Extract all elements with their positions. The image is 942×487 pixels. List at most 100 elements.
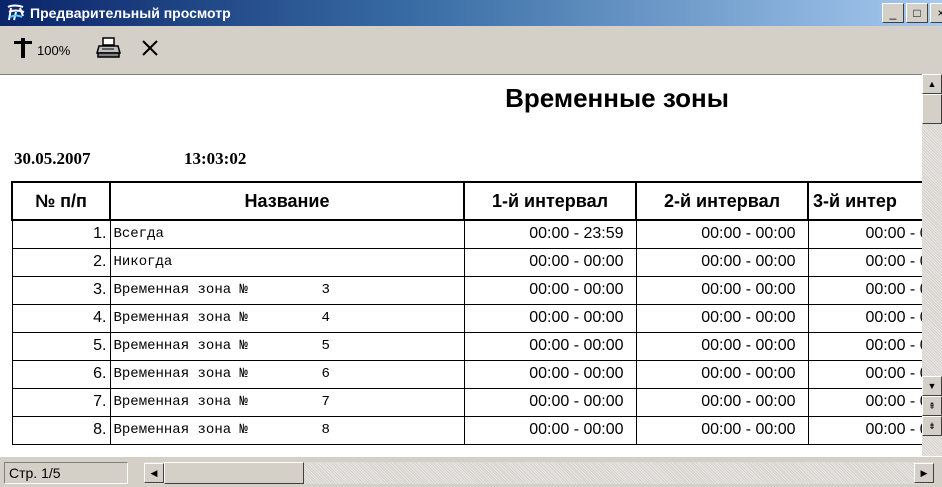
interval-2: 00:00 - 00:00 xyxy=(635,331,809,361)
column-header: 3-й интер xyxy=(807,181,939,221)
interval-1: 00:00 - 00:00 xyxy=(463,247,637,277)
zone-number: 6 xyxy=(321,366,330,382)
page-up-button[interactable]: ⇞ xyxy=(922,396,942,416)
interval-1: 00:00 - 00:00 xyxy=(463,275,637,305)
interval-3: 00:00 - 00 xyxy=(807,359,939,389)
scroll-left-button[interactable]: ◀ xyxy=(144,463,164,483)
table-row: 4. Временная зона № 4 00:00 - 00:00 00:00… xyxy=(11,303,939,333)
minimize-button[interactable]: _ xyxy=(882,3,904,23)
zone-name: Временная зона № 4 xyxy=(109,303,465,333)
zone-name-text: Временная зона № xyxy=(113,338,248,354)
zoom-button[interactable]: 100% xyxy=(6,34,76,66)
page-down-button[interactable]: ⇟ xyxy=(922,416,942,436)
app-icon xyxy=(6,3,26,23)
interval-3: 00:00 - 00 xyxy=(807,331,939,361)
print-button[interactable] xyxy=(90,34,128,66)
printer-icon xyxy=(96,36,122,64)
interval-1: 00:00 - 23:59 xyxy=(463,219,637,249)
row-number: 4. xyxy=(11,303,111,333)
close-window-button[interactable]: × xyxy=(930,3,942,23)
zone-name-text: Временная зона № xyxy=(113,394,248,410)
vertical-scroll-thumb[interactable] xyxy=(922,94,942,124)
zone-name-text: Никогда xyxy=(113,254,173,270)
scroll-right-button[interactable]: ▶ xyxy=(914,463,934,483)
row-number: 8. xyxy=(11,415,111,445)
interval-2: 00:00 - 00:00 xyxy=(635,387,809,417)
table-row: 5. Временная зона № 5 00:00 - 00:00 00:00… xyxy=(11,331,939,361)
page-indicator: Стр. 1/5 xyxy=(4,462,128,484)
interval-2: 00:00 - 00:00 xyxy=(635,303,809,333)
column-header: Название xyxy=(109,181,465,221)
table-header-row: № п/п Название 1-й интервал 2-й интервал… xyxy=(11,181,939,221)
report-date: 30.05.2007 xyxy=(14,149,91,168)
zoom-level: 100% xyxy=(37,42,71,58)
row-number: 6. xyxy=(11,359,111,389)
zone-name: Временная зона № 6 xyxy=(109,359,465,389)
vertical-scrollbar[interactable]: ▲ ▼ ⇞ ⇟ xyxy=(922,74,942,456)
zone-name: Всегда xyxy=(109,219,465,249)
zone-number: 3 xyxy=(321,282,330,298)
zone-name-text: Временная зона № xyxy=(113,366,248,382)
interval-2: 00:00 - 00:00 xyxy=(635,359,809,389)
table-row: 1. Всегда 00:00 - 23:59 00:00 - 00:00 00… xyxy=(11,219,939,249)
window-controls: _ □ × xyxy=(882,3,942,23)
time-zones-table: № п/п Название 1-й интервал 2-й интервал… xyxy=(11,181,939,445)
zone-name-text: Временная зона № xyxy=(113,422,248,438)
zone-name-text: Временная зона № xyxy=(113,282,248,298)
horizontal-scrollbar[interactable]: ◀ ▶ xyxy=(144,462,934,484)
interval-2: 00:00 - 00:00 xyxy=(635,247,809,277)
report-time: 13:03:02 xyxy=(184,149,247,168)
interval-2: 00:00 - 00:00 xyxy=(635,275,809,305)
zone-name: Временная зона № 3 xyxy=(109,275,465,305)
interval-2: 00:00 - 00:00 xyxy=(635,219,809,249)
interval-3: 00:00 - 00 xyxy=(807,247,939,277)
report-preview[interactable]: Временные зоны 30.05.2007 13:03:02 № п/п… xyxy=(0,74,942,456)
scroll-up-button[interactable]: ▲ xyxy=(922,74,942,94)
column-header: 1-й интервал xyxy=(463,181,637,221)
interval-3: 00:00 - 00 xyxy=(807,387,939,417)
zone-name-text: Временная зона № xyxy=(113,310,248,326)
zone-number: 4 xyxy=(321,310,330,326)
interval-1: 00:00 - 00:00 xyxy=(463,415,637,445)
interval-1: 00:00 - 00:00 xyxy=(463,387,637,417)
row-number: 1. xyxy=(11,219,111,249)
zone-number: 5 xyxy=(321,338,330,354)
zone-number: 8 xyxy=(321,422,330,438)
zone-number: 7 xyxy=(321,394,330,410)
table-row: 7. Временная зона № 7 00:00 - 00:00 00:00… xyxy=(11,387,939,417)
zone-name: Временная зона № 5 xyxy=(109,331,465,361)
interval-3: 00:00 - 00 xyxy=(807,303,939,333)
column-header: 2-й интервал xyxy=(635,181,809,221)
status-bar: Стр. 1/5 ◀ ▶ xyxy=(0,456,942,487)
zone-name: Временная зона № 7 xyxy=(109,387,465,417)
arrow-right-icon: ▶ xyxy=(920,467,928,478)
interval-1: 00:00 - 00:00 xyxy=(463,303,637,333)
horizontal-scroll-thumb[interactable] xyxy=(164,462,304,484)
table-row: 8. Временная зона № 8 00:00 - 00:00 00:00… xyxy=(11,415,939,445)
table-row: 3. Временная зона № 3 00:00 - 00:00 00:00… xyxy=(11,275,939,305)
title-bar[interactable]: Предварительный просмотр _ □ × xyxy=(0,0,942,26)
arrow-left-icon: ◀ xyxy=(150,467,158,478)
zoom-icon xyxy=(12,37,34,64)
row-number: 2. xyxy=(11,247,111,277)
row-number: 7. xyxy=(11,387,111,417)
row-number: 3. xyxy=(11,275,111,305)
column-header: № п/п xyxy=(11,181,111,221)
maximize-button[interactable]: □ xyxy=(906,3,928,23)
scroll-down-button[interactable]: ▼ xyxy=(922,376,942,396)
table-row: 2. Никогда 00:00 - 00:00 00:00 - 00:00 0… xyxy=(11,247,939,277)
interval-3: 00:00 - 00 xyxy=(807,415,939,445)
double-arrow-down-icon: ⇟ xyxy=(928,420,936,431)
arrow-down-icon: ▼ xyxy=(927,381,937,391)
interval-1: 00:00 - 00:00 xyxy=(463,331,637,361)
close-preview-button[interactable] xyxy=(134,34,166,66)
interval-1: 00:00 - 00:00 xyxy=(463,359,637,389)
interval-2: 00:00 - 00:00 xyxy=(635,415,809,445)
toolbar: 100% xyxy=(0,26,942,74)
table-row: 6. Временная зона № 6 00:00 - 00:00 00:00… xyxy=(11,359,939,389)
zone-name: Никогда xyxy=(109,247,465,277)
zone-name: Временная зона № 8 xyxy=(109,415,465,445)
interval-3: 00:00 - 00 xyxy=(807,219,939,249)
close-icon xyxy=(140,38,160,63)
report-title: Временные зоны xyxy=(505,83,729,113)
